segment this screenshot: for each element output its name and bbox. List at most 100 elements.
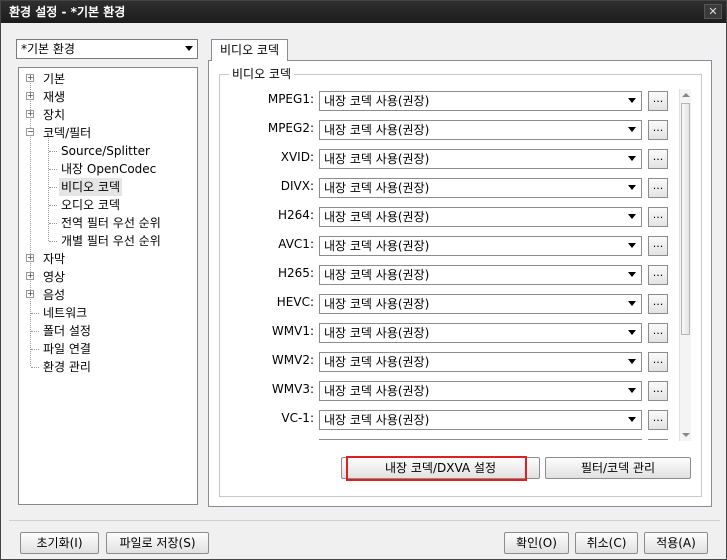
ok-button[interactable]: 확인(O) <box>504 532 569 554</box>
codec-decoder-dropdown[interactable]: 내장 코덱 사용(권장) <box>319 236 642 256</box>
tree-guide-line <box>49 223 57 224</box>
tree-child-item[interactable]: 비디오 코덱 <box>49 178 123 196</box>
codec-options-button[interactable]: ... <box>648 265 668 285</box>
expand-icon[interactable]: + <box>26 74 34 82</box>
codec-decoder-value: 내장 코덱 사용(권장) <box>324 268 430 282</box>
codec-decoder-dropdown[interactable]: 내장 코덱 사용(권장) <box>319 265 642 285</box>
tree-item-label: 음성 <box>43 288 66 302</box>
expand-icon[interactable]: + <box>26 254 34 262</box>
tree-item[interactable]: 폴더 설정 <box>31 322 93 340</box>
filter-codec-manage-button[interactable]: 필터/코덱 관리 <box>545 457 691 479</box>
close-icon[interactable]: ✕ <box>704 4 722 19</box>
cancel-button-label: 취소(C) <box>586 536 627 550</box>
codec-options-button[interactable]: ... <box>648 381 668 401</box>
expand-icon[interactable]: + <box>26 272 34 280</box>
tree-item[interactable]: + 장치 <box>26 106 67 124</box>
expand-icon[interactable]: + <box>26 110 34 118</box>
codec-decoder-dropdown[interactable]: 내장 코덱 사용(권장) <box>319 120 642 140</box>
codec-decoder-value: 내장 코덱 사용(권장) <box>324 413 430 427</box>
codec-decoder-dropdown[interactable]: 내장 코덱 사용(권장) <box>319 178 642 198</box>
codec-decoder-dropdown[interactable]: 내장 코덱 사용(권장) <box>319 149 642 169</box>
profile-dropdown[interactable]: *기본 환경 <box>16 39 198 59</box>
tree-child-item[interactable]: 개별 필터 우선 순위 <box>49 232 163 250</box>
tree-item-label: 코덱/필터 <box>43 126 92 140</box>
chevron-down-icon <box>628 98 636 103</box>
codec-decoder-dropdown[interactable]: 내장 코덱 사용(권장) <box>319 323 642 343</box>
reset-button[interactable]: 초기화(I) <box>20 532 99 554</box>
codec-decoder-value: 내장 코덱 사용(권장) <box>324 297 430 311</box>
tree-item-label: 기본 <box>43 72 66 86</box>
expand-icon[interactable]: + <box>26 92 34 100</box>
codec-decoder-dropdown[interactable]: 내장 코덱 사용(권장) <box>319 207 642 227</box>
codec-decoder-dropdown[interactable]: 내장 코덱 사용(권장) <box>319 381 642 401</box>
codec-options-button[interactable]: ... <box>648 294 668 314</box>
tree-item[interactable]: + 재생 <box>26 88 67 106</box>
tree-item[interactable]: 네트워크 <box>31 304 89 322</box>
codec-options-button[interactable]: ... <box>648 410 668 430</box>
codec-name-label: WMV3: <box>271 382 314 396</box>
scrollbar-thumb[interactable] <box>681 103 690 335</box>
tree-item-label: 개별 필터 우선 순위 <box>61 234 161 248</box>
tree-child-item[interactable]: Source/Splitter <box>49 142 152 160</box>
tree-child-item[interactable]: 오디오 코덱 <box>49 196 122 214</box>
tree-guide-line <box>49 151 57 152</box>
tree-item[interactable]: 파일 연결 <box>31 340 93 358</box>
tree-guide-line <box>31 331 39 332</box>
dxva-settings-button[interactable]: 내장 코덱/DXVA 설정 <box>341 457 540 479</box>
codec-decoder-dropdown[interactable]: 내장 코덱 사용(권장) <box>319 352 642 372</box>
scroll-up-icon[interactable] <box>682 93 690 97</box>
codec-row: WMV1: 내장 코덱 사용(권장)... <box>225 320 695 344</box>
apply-button[interactable]: 적용(A) <box>644 532 708 554</box>
codec-list-scrollbar[interactable] <box>679 89 691 441</box>
codec-options-button[interactable]: ... <box>648 149 668 169</box>
codec-options-button[interactable]: ... <box>648 352 668 372</box>
codec-options-button[interactable] <box>648 439 668 440</box>
chevron-down-icon <box>185 46 193 51</box>
chevron-down-icon <box>628 272 636 277</box>
codec-name-label: AVC1: <box>278 237 314 251</box>
codec-name-label: VC-1: <box>281 411 314 425</box>
codec-decoder-dropdown[interactable]: 내장 코덱 사용(권장) <box>319 294 642 314</box>
footer-divider <box>9 520 720 521</box>
tree-item[interactable]: + 기본 <box>26 70 67 88</box>
codec-name-label: DIVX: <box>280 179 314 193</box>
codec-options-button[interactable]: ... <box>648 207 668 227</box>
tree-item-label: 장치 <box>43 108 66 122</box>
tree-item-label: 전역 필터 우선 순위 <box>61 216 161 230</box>
expand-icon[interactable]: + <box>26 290 34 298</box>
settings-tree[interactable]: + 기본 + 재생 + 장치 − 코덱/필터 Source/Splitter 내장 OpenCod… <box>18 67 198 505</box>
collapse-icon[interactable]: − <box>26 128 34 136</box>
tree-item-label: Source/Splitter <box>61 144 150 158</box>
tree-guide-line <box>49 169 57 170</box>
codec-decoder-value: 내장 코덱 사용(권장) <box>324 239 430 253</box>
title-bar: 환경 설정 - *기본 환경 ✕ <box>1 1 726 23</box>
tab-video-codec[interactable]: 비디오 코덱 <box>211 39 289 61</box>
tree-item[interactable]: + 자막 <box>26 250 67 268</box>
codec-options-button[interactable]: ... <box>648 178 668 198</box>
codec-options-button[interactable]: ... <box>648 120 668 140</box>
tree-item[interactable]: + 음성 <box>26 286 67 304</box>
scroll-down-icon[interactable] <box>682 433 690 437</box>
codec-decoder-dropdown[interactable] <box>319 439 642 440</box>
settings-window: 환경 설정 - *기본 환경 ✕ *기본 환경 + 기본 + 재생 + 장치 − 코덱/필터 S… <box>0 0 727 560</box>
tree-child-item[interactable]: 전역 필터 우선 순위 <box>49 214 163 232</box>
tree-item[interactable]: − 코덱/필터 <box>26 124 93 142</box>
save-to-file-button[interactable]: 파일로 저장(S) <box>106 532 209 554</box>
tree-item-label: 영상 <box>43 270 66 284</box>
chevron-down-icon <box>628 127 636 132</box>
codec-options-button[interactable]: ... <box>648 323 668 343</box>
tree-child-item[interactable]: 내장 OpenCodec <box>49 160 158 178</box>
codec-name-label: WMV1: <box>271 324 314 338</box>
chevron-down-icon <box>628 214 636 219</box>
codec-decoder-dropdown[interactable]: 내장 코덱 사용(권장) <box>319 410 642 430</box>
tree-item[interactable]: 환경 관리 <box>31 358 93 376</box>
codec-decoder-dropdown[interactable]: 내장 코덱 사용(권장) <box>319 91 642 111</box>
cancel-button[interactable]: 취소(C) <box>575 532 638 554</box>
codec-row: XVID: 내장 코덱 사용(권장)... <box>225 146 695 170</box>
codec-options-button[interactable]: ... <box>648 236 668 256</box>
codec-row: HEVC: 내장 코덱 사용(권장)... <box>225 291 695 315</box>
tree-item[interactable]: + 영상 <box>26 268 67 286</box>
codec-decoder-value: 내장 코덱 사용(권장) <box>324 355 430 369</box>
tree-guide-line <box>49 205 57 206</box>
codec-options-button[interactable]: ... <box>648 91 668 111</box>
